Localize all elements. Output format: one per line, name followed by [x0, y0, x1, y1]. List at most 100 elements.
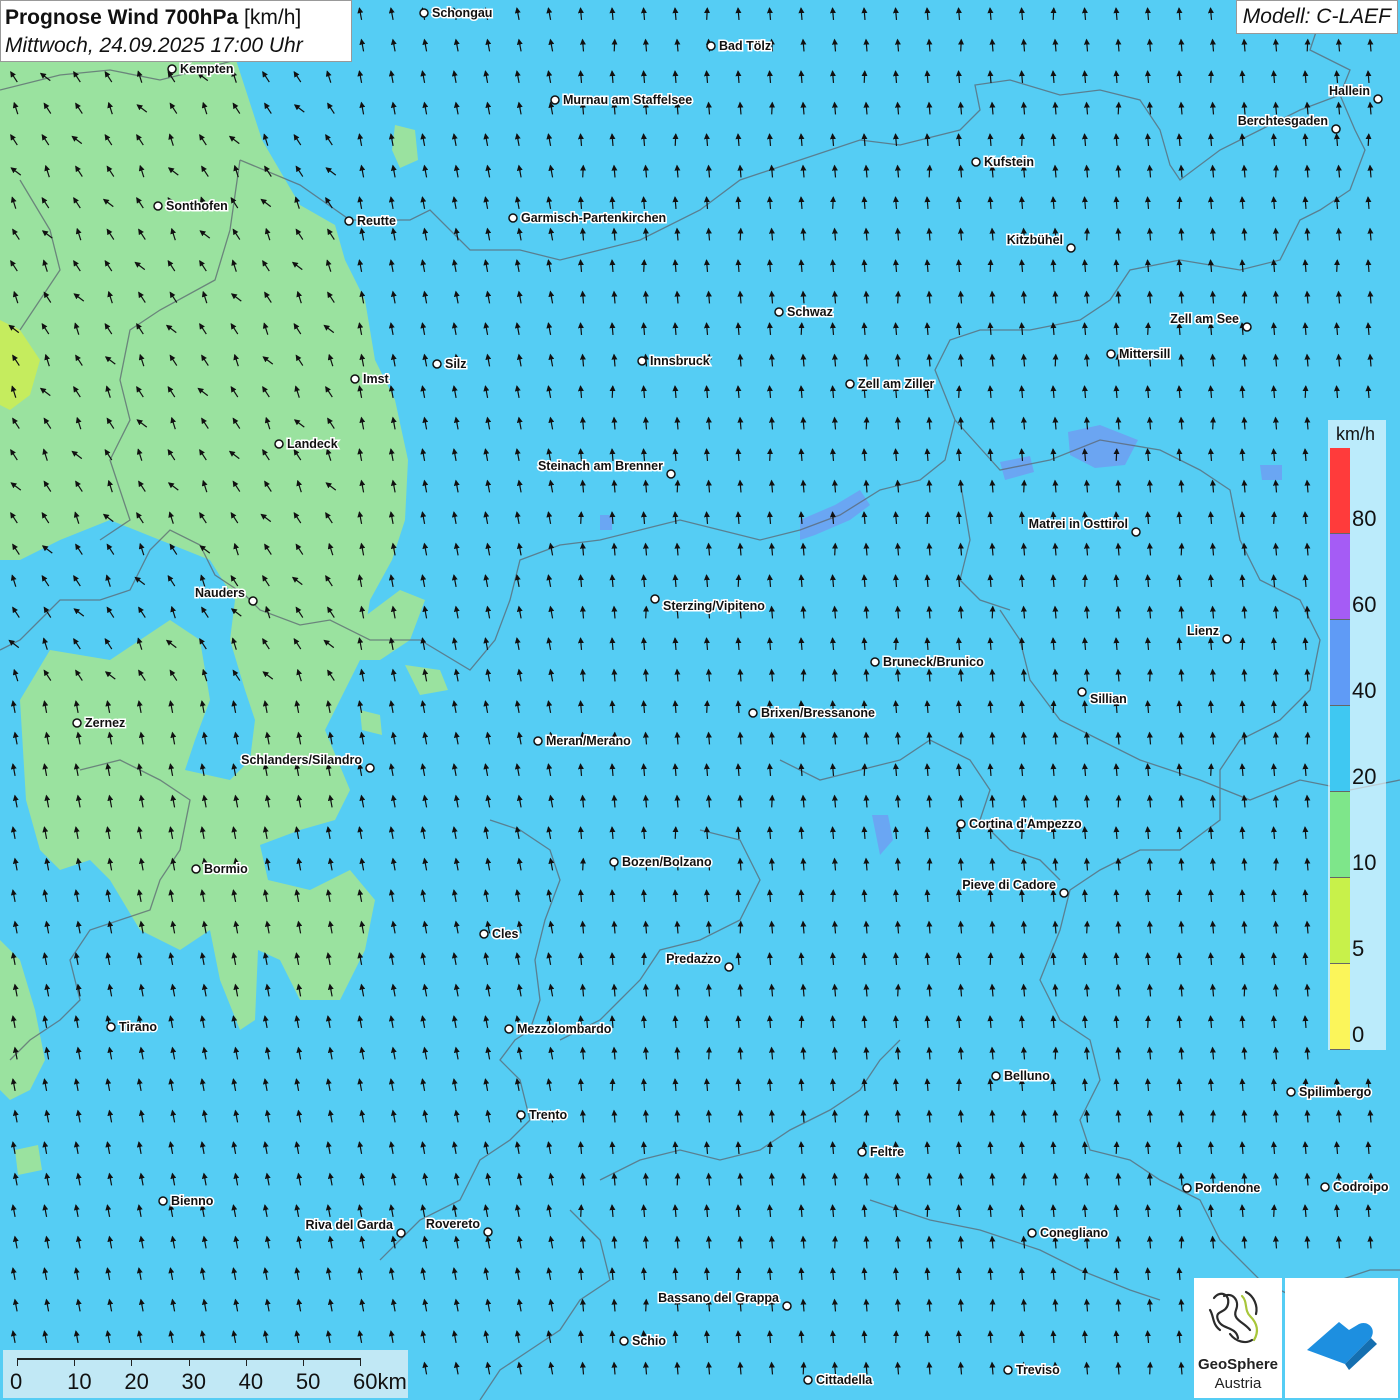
- city-marker-icon: [1222, 634, 1232, 644]
- wind-arrow: [735, 574, 742, 587]
- city-marker-icon: [419, 8, 429, 18]
- map-title-main: Prognose Wind 700hPa: [5, 6, 239, 29]
- city-marker-icon: [1131, 527, 1141, 537]
- city-marker-icon: [483, 1227, 493, 1237]
- wind-arrow: [830, 196, 837, 209]
- legend-segment: [1330, 448, 1350, 534]
- legend-segment: [1330, 792, 1350, 878]
- legend-unit: km/h: [1336, 424, 1376, 444]
- city-marker-icon: [956, 819, 966, 829]
- legend-tick-label: 60: [1352, 592, 1377, 617]
- wind-arrow: [1208, 763, 1215, 776]
- wind-arrow: [1021, 479, 1028, 493]
- city-marker-icon: [1286, 1087, 1296, 1097]
- wind-arrow: [863, 1109, 870, 1123]
- wind-arrow: [1271, 511, 1278, 524]
- legend-tick-label: 10: [1352, 850, 1377, 875]
- scale-tick: [131, 1358, 133, 1366]
- city-marker-icon: [609, 857, 619, 867]
- city-label: Kitzbühel: [1007, 233, 1063, 247]
- wind-arrow: [1115, 794, 1122, 808]
- city-marker-icon: [1242, 322, 1252, 332]
- geosphere-name-line1: GeoSphere: [1197, 1356, 1279, 1373]
- city-marker-icon: [1331, 124, 1341, 134]
- city-marker-icon: [706, 41, 716, 51]
- wind-arrow: [578, 511, 585, 524]
- wind-arrow: [1241, 983, 1248, 997]
- city-label: Trento: [529, 1108, 568, 1122]
- scale-label: 60km: [353, 1369, 407, 1394]
- city-label: Predazzo: [666, 952, 721, 966]
- legend-tick-label: 40: [1352, 678, 1377, 703]
- wind-arrow: [609, 385, 616, 398]
- city-label: Schwaz: [787, 305, 833, 319]
- city-label: Kempten: [180, 62, 233, 76]
- city-label: Tirano: [119, 1020, 157, 1034]
- map-title-unit: [km/h]: [244, 6, 302, 29]
- wind-arrow: [924, 1204, 931, 1217]
- city-label: Cles: [492, 927, 518, 941]
- wind-arrow: [893, 1330, 900, 1343]
- wind-arrow: [674, 479, 681, 493]
- city-marker-icon: [845, 379, 855, 389]
- wind-arrow: [1145, 322, 1152, 335]
- city-label: Mittersill: [1119, 347, 1170, 361]
- legend-segment: [1330, 534, 1350, 620]
- wind-arrow: [832, 542, 839, 556]
- wind-arrow: [611, 38, 618, 52]
- city-label: Pieve di Cadore: [962, 878, 1056, 892]
- wind-arrow: [800, 668, 807, 682]
- city-label: Sonthofen: [166, 199, 228, 213]
- scale-label: 10: [67, 1369, 92, 1394]
- wind-arrow: [578, 1204, 585, 1217]
- city-marker-icon: [782, 1301, 792, 1311]
- wind-arrow: [767, 448, 774, 461]
- title-panel: Prognose Wind 700hPa [km/h] Mittwoch, 24…: [0, 0, 352, 62]
- wind-arrow: [1145, 1015, 1152, 1028]
- city-label: Brixen/Bressanone: [761, 706, 875, 720]
- city-marker-icon: [158, 1196, 168, 1206]
- wind-arrow: [895, 290, 902, 304]
- scale-tick: [302, 1358, 304, 1366]
- wind-arrow: [989, 605, 996, 619]
- wind-arrow: [893, 637, 900, 650]
- city-label: Hallein: [1329, 84, 1370, 98]
- color-legend: km/h 80 60 40 20 10 5 0: [1328, 420, 1386, 1050]
- city-label: Murnau am Staffelsee: [563, 93, 692, 107]
- city-label: Spilimbergo: [1299, 1085, 1372, 1099]
- city-marker-icon: [106, 1022, 116, 1032]
- geosphere-logo: GeoSphere Austria: [1194, 1278, 1282, 1398]
- wind-arrow: [1210, 416, 1217, 430]
- city-label: Zell am Ziller: [858, 377, 935, 391]
- city-label: Nauders: [195, 586, 245, 600]
- city-marker-icon: [1003, 1365, 1013, 1375]
- city-label: Codroipo: [1333, 1180, 1389, 1194]
- wind-arrow: [987, 259, 994, 272]
- wind-arrow: [769, 101, 776, 115]
- city-marker-icon: [619, 1336, 629, 1346]
- wind-arrow: [609, 1078, 616, 1091]
- scale-tick: [188, 1358, 190, 1366]
- city-marker-icon: [1059, 888, 1069, 898]
- wind-arrow: [832, 1235, 839, 1249]
- city-marker-icon: [396, 1228, 406, 1238]
- wind-arrow: [1304, 38, 1311, 52]
- wind-arrow: [672, 133, 679, 146]
- wind-arrow: [672, 826, 679, 839]
- wind-arrow: [1302, 385, 1309, 398]
- wind-arrow: [926, 857, 933, 871]
- wind-arrow: [1115, 101, 1122, 115]
- wind-arrow: [1050, 7, 1057, 20]
- city-marker-icon: [650, 594, 660, 604]
- city-marker-icon: [533, 736, 543, 746]
- city-marker-icon: [1373, 94, 1383, 104]
- city-label: Steinach am Brenner: [538, 459, 663, 473]
- city-marker-icon: [1077, 687, 1087, 697]
- city-label: Meran/Merano: [546, 734, 631, 748]
- city-marker-icon: [1320, 1182, 1330, 1192]
- city-label: Zell am See: [1170, 312, 1239, 326]
- city-label: Matrei in Osttirol: [1029, 517, 1128, 531]
- wind-arrow: [958, 38, 965, 52]
- wind-arrow: [1084, 920, 1091, 934]
- legend-tick-label: 20: [1352, 764, 1377, 789]
